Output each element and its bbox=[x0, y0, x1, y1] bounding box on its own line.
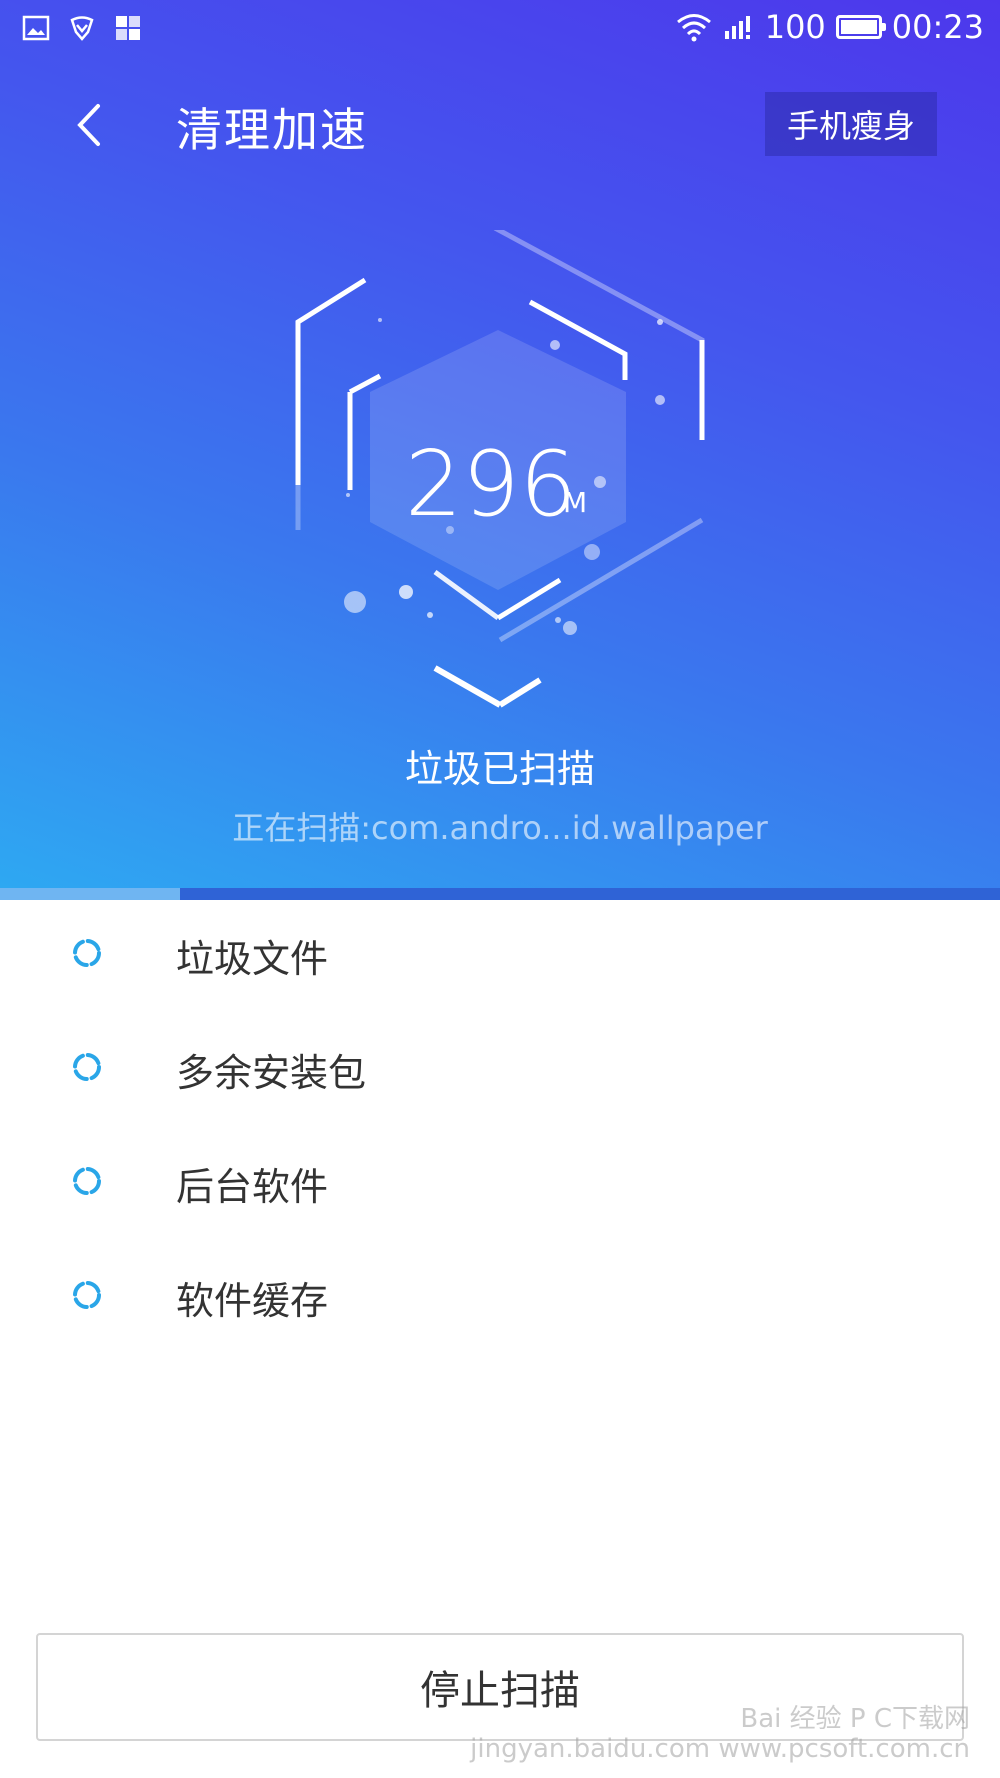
scan-status-label: 垃圾已扫描 bbox=[404, 747, 595, 791]
signal-icon bbox=[724, 16, 750, 39]
apps-grid-icon bbox=[116, 16, 140, 40]
scan-category-item: 后台软件 bbox=[0, 1148, 1000, 1228]
scanned-size-value: 296 bbox=[405, 432, 577, 537]
watermark-line-2: jingyan.baidu.com www.pcsoft.com.cn bbox=[470, 1734, 970, 1764]
status-time: 00:23 bbox=[891, 8, 984, 46]
scan-category-label: 软件缓存 bbox=[176, 1279, 329, 1323]
phone-slim-button[interactable]: 手机瘦身 bbox=[765, 92, 937, 156]
scanned-size-unit: M bbox=[563, 486, 588, 519]
status-bar: 100 00:23 bbox=[0, 0, 1000, 60]
scan-category-label: 垃圾文件 bbox=[176, 937, 329, 981]
scan-category-item: 软件缓存 bbox=[0, 1262, 1000, 1342]
back-arrow-icon[interactable] bbox=[68, 98, 108, 152]
scan-category-item: 多余安装包 bbox=[0, 1034, 1000, 1114]
battery-level-text: 100 bbox=[764, 8, 826, 46]
shield-icon bbox=[70, 16, 94, 41]
wifi-icon bbox=[676, 14, 711, 42]
scan-progress-bar bbox=[0, 888, 1000, 900]
page-title: 清理加速 bbox=[176, 103, 368, 157]
scan-category-label: 后台软件 bbox=[176, 1165, 329, 1209]
watermark: Bai 经验 P C下载网 jingyan.baidu.com www.pcso… bbox=[470, 1704, 970, 1764]
watermark-line-1: Bai 经验 P C下载网 bbox=[740, 1704, 970, 1734]
scan-category-item: 垃圾文件 bbox=[0, 920, 1000, 1000]
loading-spinner-icon bbox=[73, 1281, 101, 1309]
loading-spinner-icon bbox=[73, 939, 101, 967]
battery-icon bbox=[835, 15, 886, 39]
gallery-icon bbox=[22, 15, 50, 41]
scan-category-label: 多余安装包 bbox=[176, 1051, 367, 1095]
loading-spinner-icon bbox=[73, 1053, 101, 1081]
loading-spinner-icon bbox=[73, 1167, 101, 1195]
scan-current-path: 正在扫描:com.andro...id.wallpaper bbox=[232, 809, 768, 847]
scan-header-panel: 100 00:23 清理加速 手机瘦身 296 M 垃圾已扫描 正在扫描:com… bbox=[0, 0, 1000, 888]
